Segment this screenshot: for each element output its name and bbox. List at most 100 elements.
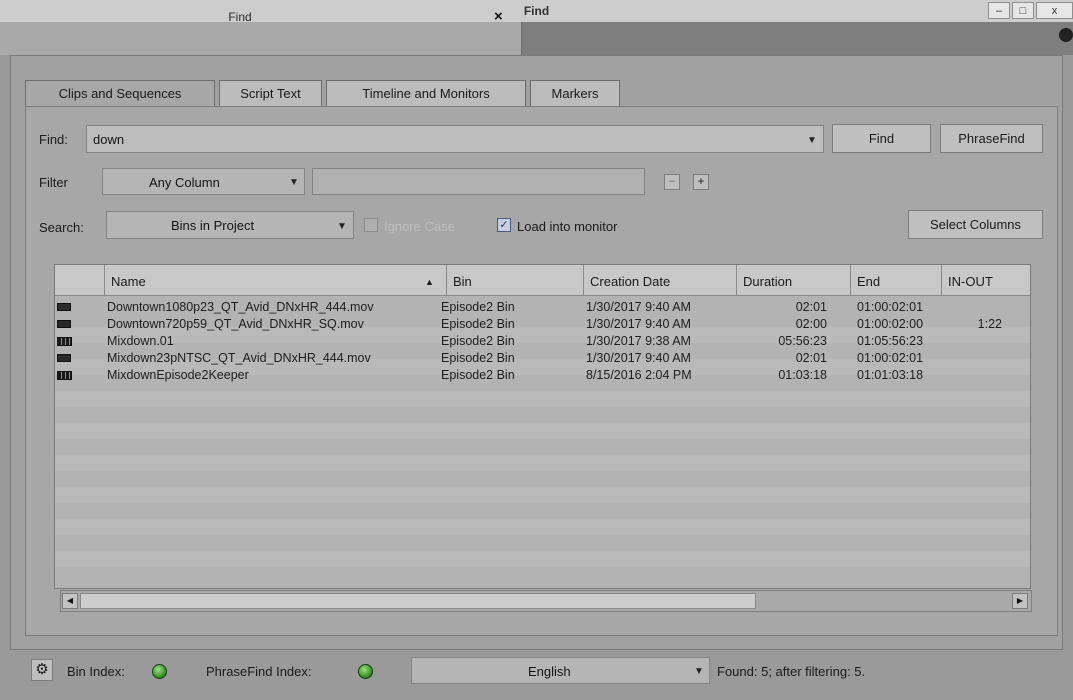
ignore-case-label: Ignore Case	[384, 219, 455, 234]
ignore-case-checkbox[interactable]	[364, 218, 378, 232]
close-tab-icon[interactable]: ×	[494, 8, 503, 25]
find-history-dropdown-icon[interactable]: ▼	[807, 135, 817, 146]
scrollbar-thumb[interactable]	[80, 593, 756, 609]
row-icon-cell	[55, 316, 75, 332]
language-select[interactable]: English ▼	[411, 657, 710, 684]
search-scope-value: Bins in Project	[171, 218, 255, 233]
tab-timeline-and-monitors[interactable]: Timeline and Monitors	[326, 80, 526, 107]
column-header-icon[interactable]	[55, 265, 105, 295]
document-tab-find[interactable]	[0, 22, 522, 55]
column-header-in-out[interactable]: IN-OUT	[942, 265, 1030, 295]
maximize-button[interactable]: □	[1012, 2, 1034, 19]
search-scope-select[interactable]: Bins in Project ▼	[106, 211, 354, 239]
table-row[interactable]: Mixdown23pNTSC_QT_Avid_DNxHR_444.mov Epi…	[55, 350, 1030, 366]
cell-name: Downtown1080p23_QT_Avid_DNxHR_444.mov	[107, 300, 374, 314]
table-row[interactable]: MixdownEpisode2Keeper Episode2 Bin 8/15/…	[55, 367, 1030, 383]
cell-bin: Episode2 Bin	[441, 351, 515, 365]
row-stripe	[55, 423, 1030, 439]
sequence-icon	[57, 337, 72, 346]
chevron-down-icon: ▼	[337, 221, 347, 232]
cell-duration: 02:00	[795, 317, 827, 331]
scroll-right-arrow-icon[interactable]: ▶	[1012, 593, 1028, 609]
column-header-end[interactable]: End	[851, 265, 942, 295]
tab-markers[interactable]: Markers	[530, 80, 620, 107]
tab-script-text[interactable]: Script Text	[219, 80, 322, 107]
column-header-name[interactable]: Name ▲	[105, 265, 447, 295]
document-tab-label: Find	[228, 10, 252, 24]
find-input[interactable]: down ▼	[86, 125, 824, 153]
cell-in-out	[942, 333, 1002, 349]
cell-creation-date: 1/30/2017 9:38 AM	[586, 334, 691, 348]
cell-duration: 01:03:18	[778, 368, 827, 382]
cell-bin: Episode2 Bin	[441, 300, 515, 314]
horizontal-scrollbar[interactable]: ◀ ▶	[60, 590, 1032, 612]
cell-name: Mixdown.01	[107, 334, 174, 348]
cell-in-out	[942, 350, 1002, 366]
load-into-monitor-checkbox[interactable]: ✓	[497, 218, 511, 232]
panel-menu-icon[interactable]	[1059, 28, 1073, 42]
table-row[interactable]: Mixdown.01 Episode2 Bin 1/30/2017 9:38 A…	[55, 333, 1030, 349]
close-window-button[interactable]: x	[1036, 2, 1073, 19]
cell-bin: Episode2 Bin	[441, 317, 515, 331]
row-stripe	[55, 391, 1030, 407]
tab-clips-and-sequences[interactable]: Clips and Sequences	[25, 80, 215, 108]
cell-bin: Episode2 Bin	[441, 368, 515, 382]
remove-filter-button[interactable]: –	[664, 174, 680, 190]
row-icon-cell	[55, 367, 75, 383]
column-header-name-label: Name	[111, 274, 146, 289]
phrasefind-button[interactable]: PhraseFind	[940, 124, 1043, 153]
search-label: Search:	[39, 220, 84, 235]
column-header-bin[interactable]: Bin	[447, 265, 584, 295]
settings-gear-icon[interactable]: ⚙	[31, 659, 53, 681]
row-stripe	[55, 519, 1030, 535]
row-icon-cell	[55, 333, 75, 349]
cell-name: Downtown720p59_QT_Avid_DNxHR_SQ.mov	[107, 317, 364, 331]
filter-column-select[interactable]: Any Column ▼	[102, 168, 305, 195]
row-stripe	[55, 551, 1030, 567]
cell-name: Mixdown23pNTSC_QT_Avid_DNxHR_444.mov	[107, 351, 371, 365]
select-columns-button[interactable]: Select Columns	[908, 210, 1043, 239]
cell-duration: 02:01	[795, 351, 827, 365]
add-filter-button[interactable]: +	[693, 174, 709, 190]
minimize-button[interactable]: –	[988, 2, 1010, 19]
scroll-left-arrow-icon[interactable]: ◀	[62, 593, 78, 609]
language-value: English	[528, 664, 571, 679]
clip-icon	[57, 303, 71, 311]
cell-end: 01:00:02:01	[857, 300, 924, 314]
cell-end: 01:00:02:00	[857, 317, 924, 331]
cell-end: 01:00:02:01	[857, 351, 924, 365]
cell-duration: 02:01	[795, 300, 827, 314]
load-into-monitor-label: Load into monitor	[517, 219, 618, 234]
bin-index-status-led-icon	[152, 664, 167, 679]
find-input-value: down	[93, 132, 125, 147]
cell-creation-date: 1/30/2017 9:40 AM	[586, 317, 691, 331]
table-header: Name ▲ Bin Creation Date Duration End IN…	[55, 265, 1030, 296]
row-stripe	[55, 487, 1030, 503]
cell-creation-date: 8/15/2016 2:04 PM	[586, 368, 692, 382]
sort-ascending-icon: ▲	[425, 277, 434, 287]
cell-in-out: 1:22	[977, 317, 1002, 331]
phrasefind-index-label: PhraseFind Index:	[206, 664, 312, 679]
results-table[interactable]: Name ▲ Bin Creation Date Duration End IN…	[54, 264, 1031, 589]
clip-icon	[57, 354, 71, 362]
table-row[interactable]: Downtown720p59_QT_Avid_DNxHR_SQ.mov Epis…	[55, 316, 1030, 332]
row-icon-cell	[55, 299, 75, 315]
find-button[interactable]: Find	[832, 124, 931, 153]
cell-bin: Episode2 Bin	[441, 334, 515, 348]
cell-end: 01:01:03:18	[857, 368, 924, 382]
table-row[interactable]: Downtown1080p23_QT_Avid_DNxHR_444.mov Ep…	[55, 299, 1030, 315]
cell-name: MixdownEpisode2Keeper	[107, 368, 249, 382]
filter-label: Filter	[39, 175, 68, 190]
filter-text-input[interactable]	[312, 168, 645, 195]
cell-in-out	[942, 299, 1002, 315]
find-label: Find:	[39, 132, 68, 147]
bin-index-label: Bin Index:	[67, 664, 125, 679]
clip-icon	[57, 320, 71, 328]
cell-duration: 05:56:23	[778, 334, 827, 348]
row-icon-cell	[55, 350, 75, 366]
row-stripe	[55, 455, 1030, 471]
filter-column-value: Any Column	[149, 175, 220, 190]
results-count-text: Found: 5; after filtering: 5.	[717, 664, 866, 679]
column-header-duration[interactable]: Duration	[737, 265, 851, 295]
column-header-creation-date[interactable]: Creation Date	[584, 265, 737, 295]
